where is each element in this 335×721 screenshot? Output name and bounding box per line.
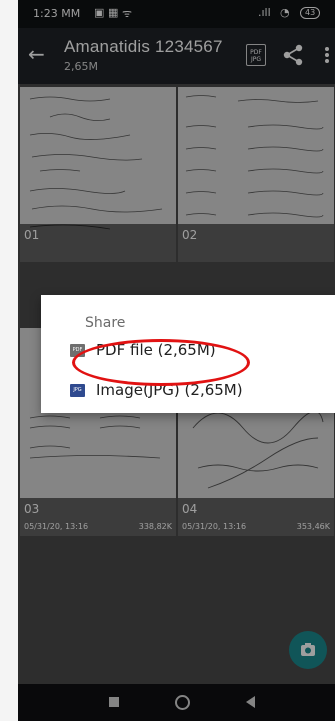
share-dialog: Share PDF PDF file (2,65M) JPG Image(JPG… [41,295,335,413]
share-option-pdf[interactable]: PDF PDF file (2,65M) [66,334,326,366]
app-screen: 1:23 MM ▣ ▦ ᯤ .ıll ◔ 43 ← Amanatidis 123… [18,0,335,721]
jpg-file-icon: JPG [70,384,85,397]
share-option-label: PDF file (2,65M) [96,341,216,359]
pdf-file-icon: PDF [70,344,85,357]
share-dialog-title: Share [85,315,126,331]
share-option-jpg[interactable]: JPG Image(JPG) (2,65M) [66,374,326,406]
share-option-label: Image(JPG) (2,65M) [96,381,243,399]
